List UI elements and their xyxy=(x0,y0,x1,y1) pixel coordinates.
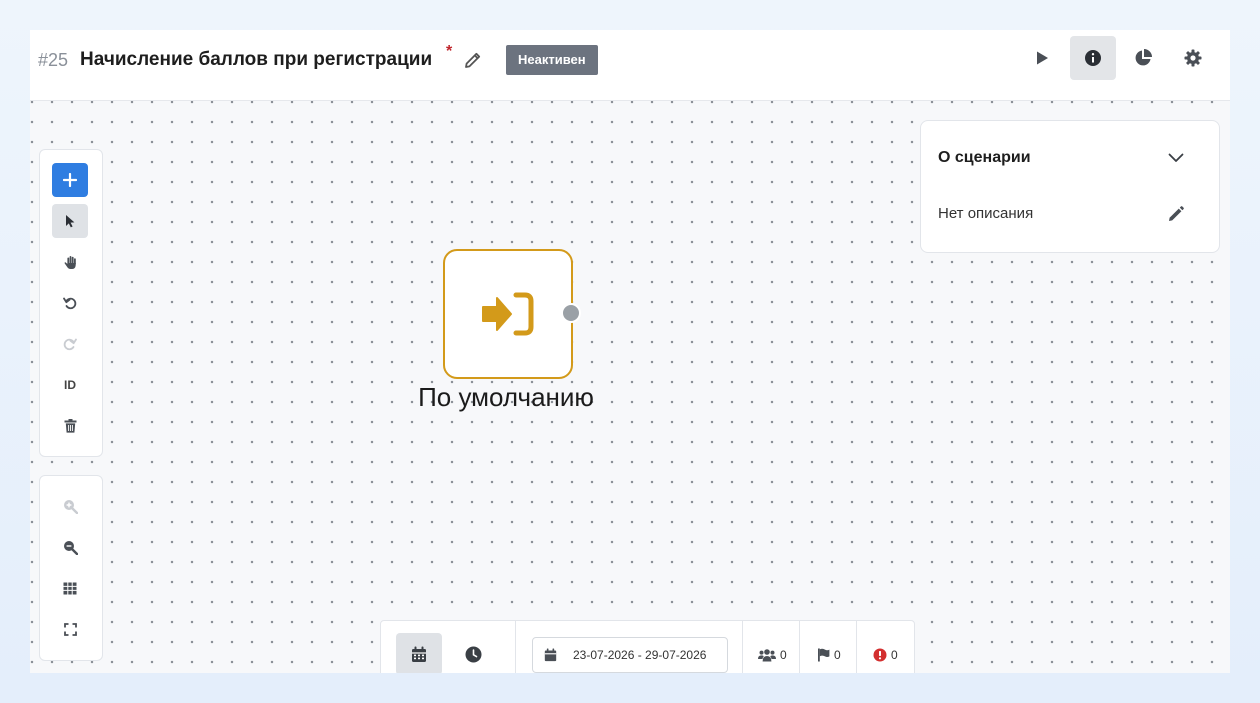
stats-bar: 23-07-2026 - 29-07-2026 0 0 0 xyxy=(380,620,915,673)
fit-view-button[interactable] xyxy=(52,612,88,646)
scenario-title: Начисление баллов при регистрации xyxy=(80,49,433,70)
pencil-icon xyxy=(1169,206,1184,221)
divider xyxy=(799,621,800,673)
undo-button[interactable] xyxy=(52,286,88,320)
grid-toggle-button[interactable] xyxy=(52,571,88,605)
zoom-out-button[interactable] xyxy=(52,530,88,564)
realtime-mode-button[interactable] xyxy=(450,633,496,673)
redo-button[interactable] xyxy=(52,327,88,361)
calendar-icon xyxy=(412,646,426,662)
info-icon xyxy=(1085,50,1101,66)
edit-description-button[interactable] xyxy=(1165,203,1187,225)
pan-tool-button[interactable] xyxy=(52,245,88,279)
sign-in-icon xyxy=(482,292,534,336)
gear-icon xyxy=(1184,49,1202,67)
ids-label: ID xyxy=(64,378,76,392)
status-badge: Неактивен xyxy=(506,45,598,75)
goals-count: 0 xyxy=(834,648,841,662)
hand-icon xyxy=(64,255,76,269)
run-button[interactable] xyxy=(1019,36,1065,80)
flag-icon xyxy=(818,648,830,662)
header: #25 Начисление баллов при регистрации * … xyxy=(30,30,1230,101)
node-label: По умолчанию xyxy=(418,382,594,412)
divider xyxy=(515,621,516,673)
calendar-mode-button[interactable] xyxy=(396,633,442,673)
users-icon xyxy=(758,648,776,661)
scenario-id: #25 xyxy=(38,50,69,70)
cursor-icon xyxy=(66,215,75,228)
error-icon xyxy=(873,648,887,662)
select-tool-button[interactable] xyxy=(52,204,88,238)
info-button[interactable] xyxy=(1070,36,1116,80)
redo-icon xyxy=(63,338,77,351)
workflow-canvas[interactable]: ID По умолчанию О сценарии Нет описания … xyxy=(30,101,1230,673)
about-scenario-panel: О сценарии Нет описания xyxy=(920,120,1220,253)
users-counter: 0 xyxy=(758,645,787,665)
zoom-toolbar xyxy=(39,475,103,661)
delete-button[interactable] xyxy=(52,409,88,443)
scenario-description: Нет описания xyxy=(938,205,1034,222)
calendar-icon xyxy=(544,648,557,662)
trash-icon xyxy=(64,419,76,433)
goals-counter: 0 xyxy=(817,645,841,665)
play-icon xyxy=(1037,51,1048,65)
stats-button[interactable] xyxy=(1120,36,1166,80)
zoom-in-icon xyxy=(63,499,78,514)
edit-title-button[interactable] xyxy=(463,50,483,70)
edit-toolbar: ID xyxy=(39,149,103,457)
users-count: 0 xyxy=(780,648,787,662)
date-range-value: 23-07-2026 - 29-07-2026 xyxy=(573,648,707,662)
node-output-port[interactable] xyxy=(561,303,581,323)
zoom-out-icon xyxy=(63,540,78,555)
about-panel-title: О сценарии xyxy=(938,149,1031,166)
divider xyxy=(742,621,743,673)
errors-counter: 0 xyxy=(873,645,898,665)
fullscreen-icon xyxy=(63,622,77,636)
add-node-button[interactable] xyxy=(52,163,88,197)
errors-count: 0 xyxy=(891,648,898,662)
settings-button[interactable] xyxy=(1170,36,1216,80)
divider xyxy=(856,621,857,673)
required-mark: * xyxy=(446,43,453,60)
chevron-down-icon xyxy=(1168,153,1184,162)
date-range-picker[interactable]: 23-07-2026 - 29-07-2026 xyxy=(532,637,728,673)
undo-icon xyxy=(63,297,77,310)
pie-chart-icon xyxy=(1135,49,1152,66)
grid-icon xyxy=(63,582,77,594)
app-window: #25 Начисление баллов при регистрации * … xyxy=(30,30,1230,673)
entry-node[interactable] xyxy=(443,249,573,379)
collapse-panel-button[interactable] xyxy=(1165,147,1187,169)
plus-icon xyxy=(63,173,77,187)
pencil-icon xyxy=(465,52,481,68)
show-ids-button[interactable]: ID xyxy=(52,368,88,402)
clock-icon xyxy=(465,646,481,662)
zoom-in-button[interactable] xyxy=(52,489,88,523)
